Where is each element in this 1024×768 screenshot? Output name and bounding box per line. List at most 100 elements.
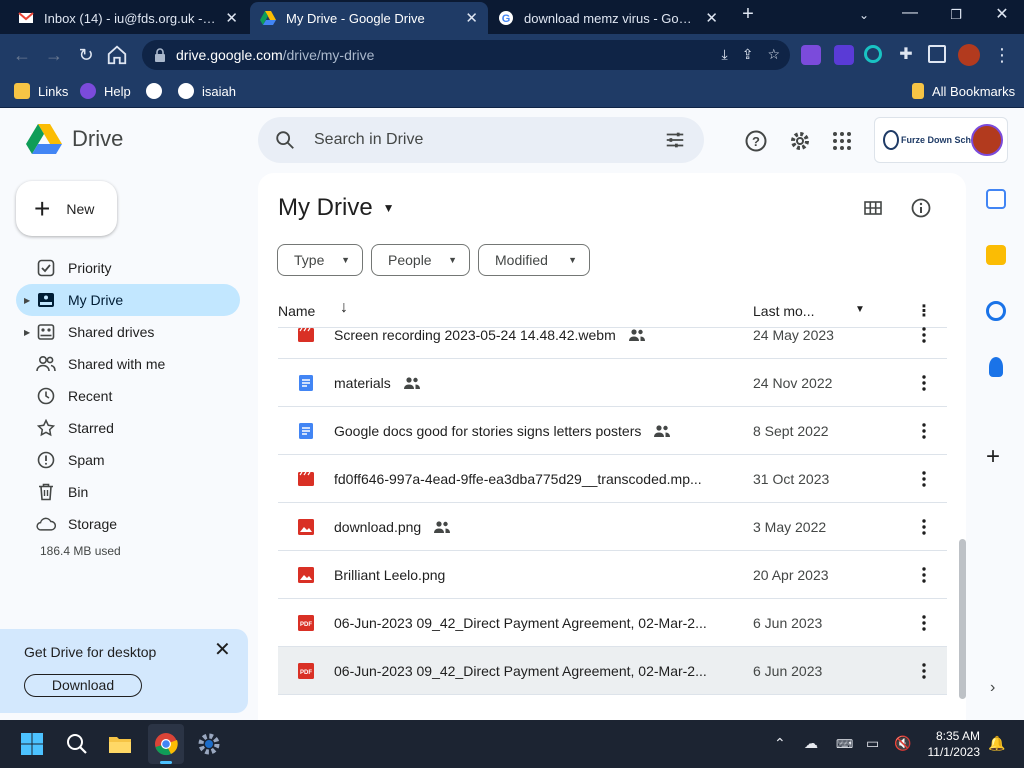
forward-icon[interactable]: → xyxy=(42,43,66,67)
sidebar-item-priority[interactable]: Priority xyxy=(16,252,240,284)
side-panel-icon[interactable] xyxy=(928,45,946,63)
kebab-icon[interactable] xyxy=(914,517,934,537)
info-icon[interactable] xyxy=(910,197,932,219)
download-button[interactable]: Download xyxy=(24,674,142,697)
restore-icon[interactable]: ❐ xyxy=(942,7,970,23)
kebab-icon[interactable] xyxy=(914,469,934,489)
search-icon[interactable] xyxy=(274,129,296,151)
taskbar-chrome-active[interactable] xyxy=(148,724,184,764)
bookmark-help[interactable]: Help xyxy=(80,83,131,99)
sidebar-item-recent[interactable]: Recent xyxy=(16,380,240,412)
keep-icon[interactable] xyxy=(986,245,1006,265)
home-icon[interactable] xyxy=(106,44,128,66)
windows-start-icon[interactable] xyxy=(20,732,44,756)
apps-grid-icon[interactable] xyxy=(830,129,854,153)
install-icon[interactable]: ⤓ xyxy=(722,46,728,63)
window-close-icon[interactable]: ✕ xyxy=(988,4,1016,24)
kebab-icon[interactable]: ⋮ xyxy=(990,43,1014,67)
gmail-icon xyxy=(18,12,34,23)
plus-icon[interactable]: + xyxy=(986,443,1000,471)
settings-gear-icon[interactable] xyxy=(197,732,221,756)
filter-type[interactable]: Type ▼ xyxy=(277,244,363,276)
volume-icon[interactable]: 🔇 xyxy=(894,735,911,752)
bookmark-isaiah[interactable]: isaiah xyxy=(178,83,236,99)
share-icon[interactable]: ⇪ xyxy=(742,46,754,63)
tab-gmail[interactable]: Inbox (14) - iu@fds.org.uk - Furze ✕ xyxy=(8,2,248,34)
minimize-icon[interactable]: — xyxy=(896,4,924,22)
extension-icon[interactable] xyxy=(864,45,882,63)
sidebar-item-starred[interactable]: Starred xyxy=(16,412,240,444)
tab-label: Inbox (14) - iu@fds.org.uk - Furze xyxy=(44,10,217,26)
puzzle-icon[interactable]: ✚ xyxy=(894,43,918,67)
help-icon[interactable]: ? xyxy=(744,129,768,153)
file-row[interactable]: Google docs good for stories signs lette… xyxy=(278,407,947,455)
drive-logo[interactable]: Drive xyxy=(26,123,123,155)
file-row[interactable]: Screen recording 2023-05-24 14.48.42.web… xyxy=(278,311,947,359)
profile-avatar[interactable] xyxy=(958,44,980,66)
file-explorer-icon[interactable] xyxy=(108,732,132,756)
file-row[interactable]: PDF 06-Jun-2023 09_42_Direct Payment Agre… xyxy=(278,647,947,695)
kebab-icon[interactable] xyxy=(914,661,934,681)
grid-view-icon[interactable] xyxy=(864,199,882,217)
omnibox[interactable]: drive.google.com/drive/my-drive ⤓ ⇪ ☆ xyxy=(142,40,790,70)
tab-drive[interactable]: My Drive - Google Drive ✕ xyxy=(250,2,488,34)
chevron-down-icon[interactable]: ⌄ xyxy=(850,8,878,22)
sidebar-item-bin[interactable]: Bin xyxy=(16,476,240,508)
new-tab-icon[interactable]: + xyxy=(734,3,762,26)
contacts-icon[interactable] xyxy=(989,357,1003,377)
close-icon[interactable]: ✕ xyxy=(705,9,718,27)
close-icon[interactable]: ✕ xyxy=(214,637,231,662)
sidebar-item-spam[interactable]: Spam xyxy=(16,444,240,476)
display-icon[interactable]: ▭ xyxy=(866,735,879,752)
calendar-icon[interactable] xyxy=(986,189,1006,209)
file-row[interactable]: PDF 06-Jun-2023 09_42_Direct Payment Agre… xyxy=(278,599,947,647)
filter-people[interactable]: People ▼ xyxy=(371,244,470,276)
kebab-icon[interactable] xyxy=(914,613,934,633)
close-icon[interactable]: ✕ xyxy=(225,9,238,27)
notification-bell-icon[interactable]: 🔔 xyxy=(988,735,1005,752)
sidebar-item-shared-with-me[interactable]: Shared with me xyxy=(16,348,240,380)
drive-logo-icon xyxy=(26,124,62,154)
scrollbar[interactable] xyxy=(959,539,966,699)
extension-icon[interactable] xyxy=(834,45,854,65)
caret-right-icon[interactable]: ▶ xyxy=(24,296,30,305)
taskbar-clock[interactable]: 8:35 AM 11/1/2023 xyxy=(918,728,981,760)
new-button[interactable]: + New xyxy=(16,181,117,236)
account-switcher[interactable]: Furze Down School xyxy=(874,117,1008,163)
kebab-icon[interactable] xyxy=(914,421,934,441)
file-row[interactable]: fd0ff646-997a-4ead-9ffe-ea3dba775d29__tr… xyxy=(278,455,947,503)
close-icon[interactable]: ✕ xyxy=(465,9,478,27)
kebab-icon[interactable] xyxy=(914,325,934,345)
caret-right-icon[interactable]: ▶ xyxy=(24,328,30,337)
back-icon[interactable]: ← xyxy=(10,43,34,67)
page-title[interactable]: My Drive ▼ xyxy=(278,194,395,222)
file-row[interactable]: download.png 3 May 2022 xyxy=(278,503,947,551)
sidebar-item-shared-drives[interactable]: ▶ Shared drives xyxy=(16,316,240,348)
chevron-right-icon[interactable]: › xyxy=(990,679,995,697)
video-file-icon xyxy=(298,471,314,487)
search-bar[interactable]: Search in Drive xyxy=(258,117,704,163)
tasks-icon[interactable] xyxy=(986,301,1006,321)
search-input[interactable]: Search in Drive xyxy=(314,131,664,149)
reload-icon[interactable]: ↻ xyxy=(74,43,98,67)
sidebar-item-storage[interactable]: Storage xyxy=(16,508,240,540)
star-icon[interactable]: ☆ xyxy=(767,46,780,63)
kebab-icon[interactable] xyxy=(914,373,934,393)
extension-icon[interactable] xyxy=(801,45,821,65)
cloud-offline-icon[interactable]: ☁ xyxy=(804,735,818,752)
kebab-icon[interactable] xyxy=(914,565,934,585)
doc-file-icon xyxy=(298,423,314,439)
search-options-icon[interactable] xyxy=(664,129,686,151)
bookmark-globe[interactable] xyxy=(146,83,170,99)
all-bookmarks[interactable]: All Bookmarks xyxy=(912,83,1015,99)
gear-icon[interactable] xyxy=(788,129,812,153)
filter-modified[interactable]: Modified ▼ xyxy=(478,244,590,276)
sidebar-item-my-drive[interactable]: ▶ My Drive xyxy=(16,284,240,316)
file-row[interactable]: Brilliant Leelo.png 20 Apr 2023 xyxy=(278,551,947,599)
keyboard-icon[interactable]: ⌨ xyxy=(836,737,853,751)
search-icon[interactable] xyxy=(65,732,89,756)
chevron-up-icon[interactable]: ⌃ xyxy=(774,735,786,752)
file-row[interactable]: materials 24 Nov 2022 xyxy=(278,359,947,407)
tab-google-search[interactable]: G download memz virus - Google Search ✕ xyxy=(488,2,728,34)
bookmark-links[interactable]: Links xyxy=(14,83,68,99)
